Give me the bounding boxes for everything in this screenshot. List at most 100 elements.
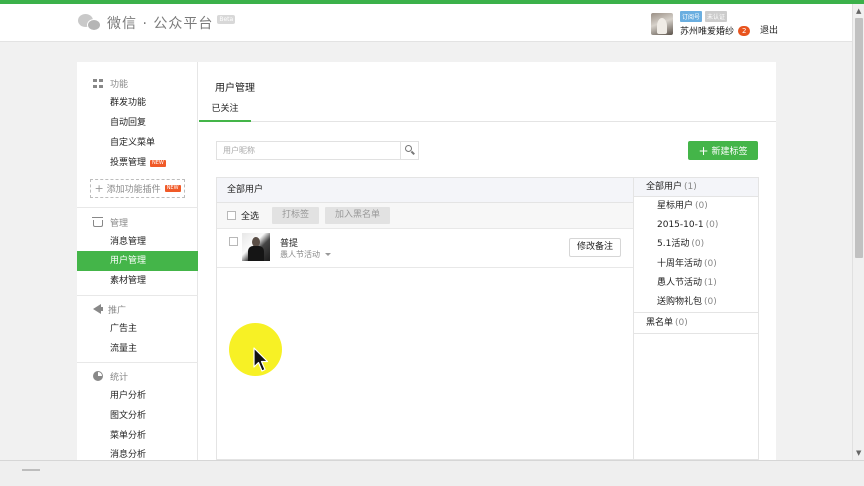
- wechat-bubbles-icon: [78, 14, 102, 32]
- user-list-toolbar: 全选 打标签 加入黑名单: [217, 203, 634, 229]
- sidebar-item-advertiser[interactable]: 广告主: [77, 319, 198, 339]
- tag-count: (0): [675, 318, 688, 328]
- tag-label: 5.1活动: [657, 239, 690, 249]
- tag-item-all-users[interactable]: 全部用户 (1): [634, 178, 758, 196]
- tag-divider: [634, 333, 758, 334]
- section-title: 功能: [110, 79, 129, 90]
- tag-item-starred[interactable]: 星标用户 (0): [634, 197, 758, 216]
- unverified-badge: 未认证: [705, 11, 728, 22]
- page-scrollbar[interactable]: ▲ ▼: [852, 4, 864, 460]
- logout-link[interactable]: 退出: [760, 23, 778, 36]
- window-bottom-bar: [0, 460, 864, 486]
- tag-item-shopping-gift[interactable]: 送购物礼包 (0): [634, 293, 758, 312]
- edit-remark-button[interactable]: 修改备注: [569, 238, 621, 257]
- section-title: 管理: [110, 218, 129, 229]
- user-list-header: 全部用户: [217, 178, 634, 203]
- scroll-up-arrow-icon[interactable]: ▲: [856, 7, 861, 15]
- sidebar: 功能 群发功能 自动回复 自定义菜单 投票管理 NEW + 添加功能插件 NEW …: [77, 62, 198, 460]
- tag-item-april-fools[interactable]: 愚人节活动 (1): [634, 274, 758, 293]
- main-content: 用户管理 已关注 + 新建标签 全部用户 全选 打标签 加入黑名单: [199, 62, 776, 460]
- tab-followed[interactable]: 已关注: [199, 96, 251, 122]
- sidebar-item-label: 消息管理: [110, 237, 147, 247]
- add-plugin-label: 添加功能插件: [106, 185, 161, 195]
- tag-item-tenth-anniversary[interactable]: 十周年活动 (0): [634, 255, 758, 274]
- sidebar-item-article-analysis[interactable]: 图文分析: [77, 406, 198, 426]
- top-header: 微信 · 公众平台 Beta 订阅号 未认证 苏州唯爱婚纱 2 退出: [0, 4, 852, 42]
- sidebar-divider: [77, 207, 198, 208]
- sidebar-item-user-analysis[interactable]: 用户分析: [77, 386, 198, 406]
- tag-count: (0): [704, 297, 717, 307]
- sidebar-item-label: 菜单分析: [110, 431, 147, 441]
- user-tag-dropdown[interactable]: 愚人节活动: [280, 249, 331, 260]
- tag-item-may-day[interactable]: 5.1活动 (0): [634, 235, 758, 254]
- sidebar-item-menu-analysis[interactable]: 菜单分析: [77, 426, 198, 446]
- tag-label: 黑名单: [646, 318, 674, 328]
- account-name[interactable]: 苏州唯爱婚纱: [680, 24, 734, 37]
- logo-title: 微信 · 公众平台: [107, 16, 214, 32]
- tag-item-2015-10-1[interactable]: 2015-10-1 (0): [634, 216, 758, 235]
- new-tag-button[interactable]: + 新建标签: [688, 141, 758, 160]
- sidebar-item-label: 群发功能: [110, 98, 147, 108]
- wechat-logo[interactable]: 微信 · 公众平台 Beta: [78, 12, 236, 34]
- user-tag-label: 愚人节活动: [280, 250, 320, 259]
- tag-label: 星标用户: [657, 201, 694, 211]
- sidebar-item-label: 用户管理: [110, 256, 147, 266]
- sidebar-section-management: 管理: [92, 215, 129, 229]
- tag-count: (1): [684, 182, 697, 192]
- scroll-thumb[interactable]: [855, 18, 863, 258]
- mouse-pointer-icon: [253, 347, 269, 372]
- tag-divider: [634, 312, 758, 313]
- tray-icon: [92, 216, 103, 227]
- select-all-label[interactable]: 全选: [241, 209, 259, 222]
- tag-count: (1): [704, 278, 717, 288]
- sidebar-item-material-management[interactable]: 素材管理: [77, 271, 198, 291]
- sidebar-item-user-management[interactable]: 用户管理: [77, 251, 198, 271]
- tag-label: 愚人节活动: [657, 278, 703, 288]
- account-box[interactable]: 订阅号 未认证 苏州唯爱婚纱 2: [651, 11, 751, 37]
- user-avatar[interactable]: [242, 233, 270, 261]
- search-box: [216, 141, 419, 160]
- account-info: 订阅号 未认证 苏州唯爱婚纱 2: [680, 11, 751, 37]
- user-checkbox[interactable]: [229, 237, 238, 246]
- add-plugin-button[interactable]: + 添加功能插件 NEW: [90, 179, 185, 198]
- sidebar-item-label: 消息分析: [110, 450, 147, 460]
- search-input[interactable]: [217, 142, 400, 159]
- search-icon: [405, 145, 412, 152]
- search-button[interactable]: [400, 142, 418, 159]
- tag-count: (0): [705, 220, 719, 230]
- scroll-down-arrow-icon[interactable]: ▼: [856, 449, 861, 457]
- new-badge: NEW: [150, 160, 166, 167]
- user-nickname[interactable]: 普提: [280, 236, 298, 249]
- tag-item-blacklist[interactable]: 黑名单 (0): [634, 314, 758, 333]
- sidebar-item-auto-reply[interactable]: 自动回复: [77, 113, 198, 133]
- sidebar-section-promotion: 推广: [93, 302, 126, 316]
- subscription-badge: 订阅号: [680, 11, 703, 22]
- sidebar-item-traffic-owner[interactable]: 流量主: [77, 339, 198, 359]
- sidebar-item-custom-menu[interactable]: 自定义菜单: [77, 133, 198, 153]
- grid-icon: [93, 78, 103, 88]
- sidebar-item-message-management[interactable]: 消息管理: [77, 232, 198, 252]
- sidebar-item-label: 用户分析: [110, 391, 147, 401]
- beta-badge: Beta: [217, 15, 236, 24]
- tab-bar: 已关注: [199, 96, 776, 122]
- sidebar-item-label: 广告主: [110, 324, 138, 334]
- tag-list-panel: 全部用户 (1) 星标用户 (0) 2015-10-1 (0) 5.1活动 (0) 十周…: [633, 177, 759, 460]
- table-row: 普提 愚人节活动 修改备注: [217, 229, 634, 268]
- add-to-blacklist-button[interactable]: 加入黑名单: [325, 207, 391, 224]
- plus-icon: +: [94, 182, 104, 195]
- account-avatar[interactable]: [651, 13, 673, 35]
- tag-users-button[interactable]: 打标签: [272, 207, 320, 224]
- sidebar-item-label: 图文分析: [110, 411, 147, 421]
- select-all-checkbox[interactable]: [227, 211, 236, 220]
- resize-grip-icon: [22, 469, 40, 471]
- pie-chart-icon: [93, 371, 103, 381]
- tag-count: (0): [691, 239, 705, 249]
- notification-count-badge[interactable]: 2: [738, 25, 751, 36]
- sidebar-item-mass-send[interactable]: 群发功能: [77, 93, 198, 113]
- new-tag-label: 新建标签: [711, 147, 748, 157]
- sidebar-item-vote-management[interactable]: 投票管理 NEW: [77, 153, 198, 173]
- sidebar-section-statistics: 统计: [93, 369, 128, 383]
- sidebar-item-label: 流量主: [110, 344, 138, 354]
- tag-label: 2015-10-1: [657, 220, 704, 230]
- tag-label: 十周年活动: [657, 259, 703, 269]
